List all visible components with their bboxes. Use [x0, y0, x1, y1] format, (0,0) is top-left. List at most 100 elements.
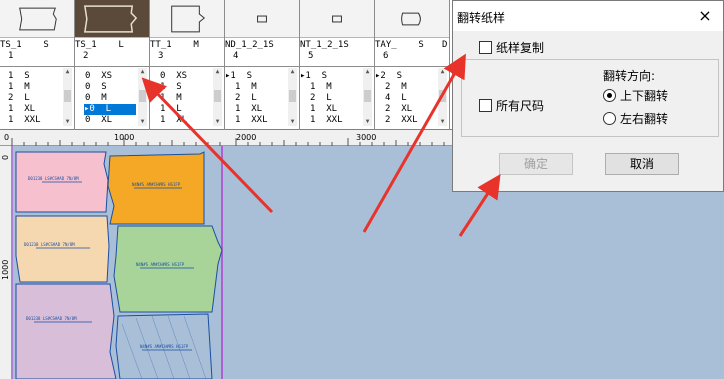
size-row[interactable]: 1 M: [235, 82, 257, 93]
size-row[interactable]: 2 M: [385, 82, 407, 93]
cancel-button[interactable]: 取消: [605, 153, 679, 175]
size-row[interactable]: 1 XL: [160, 115, 187, 126]
scroll-thumb[interactable]: [439, 90, 446, 102]
size-row[interactable]: ▸1 S: [300, 71, 327, 82]
size-row[interactable]: 1 XXL: [235, 115, 268, 126]
piece-thumbnail[interactable]: [0, 0, 74, 38]
scroll-up-icon[interactable]: ▲: [63, 68, 72, 76]
horizontal-flip-radio[interactable]: 左右翻转: [603, 110, 668, 127]
checkbox-box[interactable]: [479, 99, 492, 112]
size-scrollbar[interactable]: ▲ ▼: [213, 68, 222, 126]
size-scrollbar[interactable]: ▲ ▼: [138, 68, 147, 126]
size-scrollbar[interactable]: ▲ ▼: [438, 68, 447, 126]
size-row[interactable]: 1 S: [8, 71, 30, 82]
scroll-thumb[interactable]: [139, 90, 146, 102]
size-row[interactable]: ▸2 S: [375, 71, 402, 82]
scroll-up-icon[interactable]: ▲: [138, 68, 147, 76]
size-row[interactable]: 2 XXL: [385, 115, 418, 126]
piece-name: NT_1_2_1S: [300, 40, 349, 50]
size-row-label: 1 S: [230, 71, 253, 81]
ruler-label: 1000: [1, 259, 10, 280]
piece-column-5[interactable]: NT_1_2_1S 5 ▸1 S 1 M 2 L 1 XL 1 XXL ▲ ▼: [300, 0, 375, 130]
piece-name: TT_1 M: [150, 40, 199, 50]
piece-number: 3: [158, 51, 164, 61]
scroll-thumb[interactable]: [289, 90, 296, 102]
piece-column-6[interactable]: TAY_ S 6 ▸2 S 2 M 4 L 2 XL 2 XXL ▲ ▼: [375, 0, 450, 130]
piece-number: 4: [233, 51, 239, 61]
scroll-up-icon[interactable]: ▲: [438, 68, 447, 76]
close-icon[interactable]: ×: [693, 4, 717, 28]
size-row[interactable]: 1 XL: [8, 104, 35, 115]
scroll-up-icon[interactable]: ▲: [288, 68, 297, 76]
piece-label: N4N#S AM#CH#RS HS1FP: [132, 182, 181, 187]
piece-column-4[interactable]: ND_1_2_1S 4 ▸1 S 1 M 2 L 1 XL 1 XXL ▲ ▼: [225, 0, 300, 130]
size-row-selected[interactable]: ▸0 L: [84, 104, 136, 115]
scroll-up-icon[interactable]: ▲: [213, 68, 222, 76]
size-row[interactable]: 1 XL: [235, 104, 262, 115]
piece-thumbnail[interactable]: [300, 0, 374, 38]
scroll-thumb[interactable]: [64, 90, 71, 102]
dialog-titlebar[interactable]: 翻转纸样 ×: [453, 1, 723, 31]
vertical-flip-radio[interactable]: 上下翻转: [603, 87, 668, 104]
size-row[interactable]: 1 XXL: [310, 115, 343, 126]
size-row[interactable]: ▸1 S: [225, 71, 252, 82]
all-sizes-checkbox[interactable]: 所有尺码: [479, 97, 544, 114]
size-row[interactable]: 1 M: [8, 82, 30, 93]
pattern-piece[interactable]: [15, 283, 117, 379]
size-row[interactable]: 0 XS: [85, 71, 112, 82]
size-row[interactable]: 0 XL: [85, 115, 112, 126]
size-row[interactable]: 4 L: [385, 93, 407, 104]
size-row[interactable]: 0 XS: [160, 71, 187, 82]
size-row[interactable]: 2 L: [8, 93, 30, 104]
scroll-down-icon[interactable]: ▼: [213, 118, 222, 126]
scroll-thumb[interactable]: [214, 90, 221, 102]
size-row[interactable]: 1 M: [160, 93, 182, 104]
scroll-up-icon[interactable]: ▲: [363, 68, 372, 76]
piece-name: D: [442, 40, 448, 50]
piece-label: D01238 LS#CS#AD 7N/8M: [24, 242, 75, 247]
piece-name: ND_1_2_1S: [225, 40, 274, 50]
piece-thumbnail[interactable]: [150, 0, 224, 38]
copy-pattern-checkbox[interactable]: 纸样复制: [479, 39, 544, 56]
checkbox-label: 所有尺码: [496, 99, 545, 113]
piece-number: 1: [8, 51, 14, 61]
size-row[interactable]: 2 L: [235, 93, 257, 104]
piece-thumbnail[interactable]: [225, 0, 299, 38]
piece-strip: TS_1 S 1 1 S 1 M 2 L 1 XL 1 XXL ▲ ▼ TS_1 …: [0, 0, 460, 130]
scroll-down-icon[interactable]: ▼: [288, 118, 297, 126]
piece-column-1[interactable]: TS_1 S 1 1 S 1 M 2 L 1 XL 1 XXL ▲ ▼: [0, 0, 75, 130]
scroll-down-icon[interactable]: ▼: [63, 118, 72, 126]
checkbox-box[interactable]: [479, 41, 492, 54]
scroll-thumb[interactable]: [364, 90, 371, 102]
size-row[interactable]: 1 S: [160, 82, 182, 93]
scroll-down-icon[interactable]: ▼: [438, 118, 447, 126]
radio-button[interactable]: [603, 112, 616, 125]
size-row[interactable]: 1 L: [160, 104, 182, 115]
pattern-piece[interactable]: [15, 215, 110, 283]
scroll-down-icon[interactable]: ▼: [363, 118, 372, 126]
piece-thumbnail[interactable]: [375, 0, 449, 38]
vertical-ruler: 0 1000: [0, 146, 12, 379]
size-scrollbar[interactable]: ▲ ▼: [363, 68, 372, 126]
size-row[interactable]: 2 XL: [385, 104, 412, 115]
ruler-label: 0: [1, 154, 10, 160]
size-row[interactable]: 0 M: [85, 93, 107, 104]
size-row[interactable]: 2 L: [310, 93, 332, 104]
piece-thumbnail-selected[interactable]: [75, 0, 149, 38]
size-row[interactable]: 1 XL: [310, 104, 337, 115]
piece-label: D01238 LS#CS#AD 7N/8M: [26, 316, 77, 321]
piece-name: TAY_ S: [375, 40, 424, 50]
size-scrollbar[interactable]: ▲ ▼: [63, 68, 72, 126]
size-row[interactable]: 0 S: [85, 82, 107, 93]
size-row[interactable]: 1 XXL: [8, 115, 41, 126]
piece-column-3[interactable]: TT_1 M 3 0 XS 1 S 1 M 1 L 1 XL ▲ ▼: [150, 0, 225, 130]
scroll-down-icon[interactable]: ▼: [138, 118, 147, 126]
radio-label: 上下翻转: [620, 89, 669, 103]
ok-button[interactable]: 确定: [499, 153, 573, 175]
piece-column-2[interactable]: TS_1 L 2 0 XS 0 S 0 M ▸0 L 0 XL ▲ ▼: [75, 0, 150, 130]
size-scrollbar[interactable]: ▲ ▼: [288, 68, 297, 126]
size-row[interactable]: 1 M: [310, 82, 332, 93]
radio-button[interactable]: [603, 89, 616, 102]
piece-number: 6: [383, 51, 389, 61]
pattern-piece[interactable]: [113, 225, 223, 313]
